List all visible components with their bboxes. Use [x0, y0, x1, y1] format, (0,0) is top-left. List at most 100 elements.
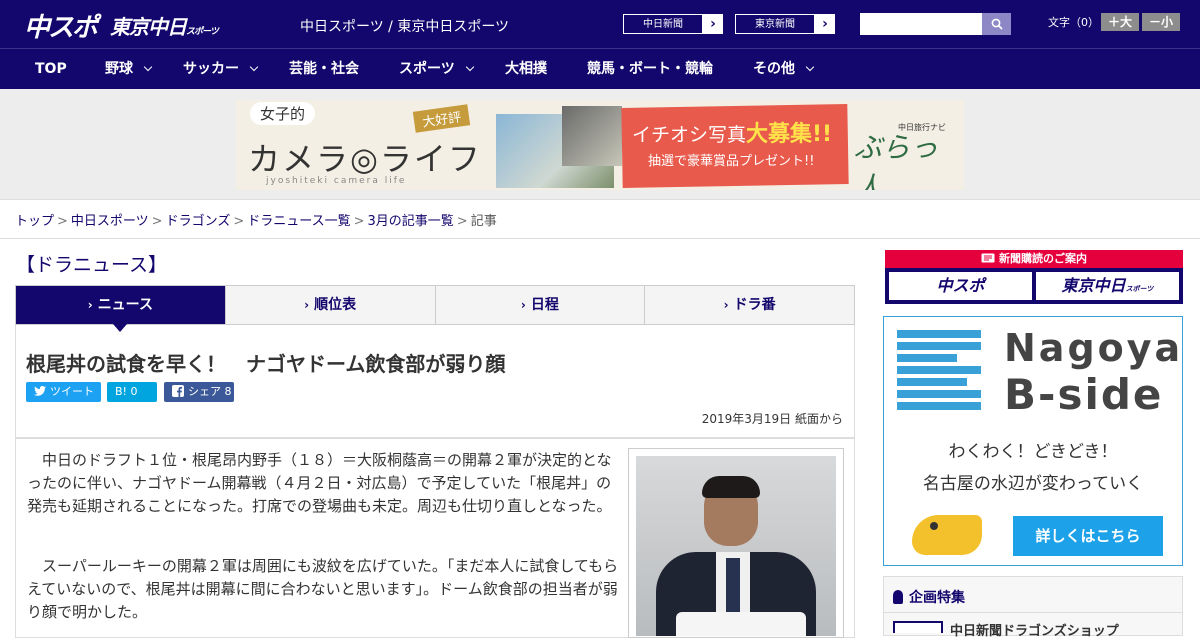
nagoya-title: Nagoya [1004, 326, 1184, 370]
shachihoko-mascot-icon [912, 515, 982, 555]
feature-thumbnail[interactable] [893, 621, 943, 633]
nav-item-baseball[interactable]: 野球 [105, 49, 153, 90]
search-button[interactable] [982, 13, 1011, 35]
nav-label: TOP [35, 61, 67, 77]
pin-icon [893, 590, 903, 604]
article-headline: 根尾丼の試食を早く！ ナゴヤドーム飲食部が弱り顔 [26, 352, 506, 376]
feature-heading: 企画特集 [893, 587, 965, 607]
breadcrumb-separator: > [353, 214, 365, 229]
breadcrumb-separator: > [233, 214, 245, 229]
subscribe-tokyo-chunichi-button[interactable]: 東京中日スポーツ [1036, 272, 1179, 300]
breadcrumb-current: 記事 [470, 214, 497, 229]
banner-headline: イチオシ写真大募集!! [632, 116, 832, 148]
chevron-right-icon: › [723, 298, 729, 312]
font-larger-button[interactable]: ＋大 [1101, 13, 1139, 31]
subscribe-label: 東京中日 [1061, 276, 1126, 295]
photo-tie [726, 558, 740, 618]
feature-heading-text: 企画特集 [909, 590, 965, 606]
breadcrumb: トップ > 中日スポーツ > ドラゴンズ > ドラニュース一覧 >3月の記事一覧 > 記事 [15, 210, 497, 229]
banner-brand-text: ぶらっ人 [854, 131, 939, 190]
tokyo-chunichi-logo[interactable]: 東京中日スポーツ [110, 11, 219, 40]
banner-brand-small: 中日旅行ナビ [898, 123, 946, 132]
logo-sub-text: 東京中日 [110, 15, 187, 39]
tab-schedule[interactable]: › 日程 [436, 286, 646, 324]
tab-standings[interactable]: › 順位表 [226, 286, 436, 324]
chevron-right-icon: › [304, 298, 310, 312]
chunichi-shimbun-link[interactable]: 中日新聞 › [622, 13, 724, 35]
main-nav: TOP 野球 サッカー 芸能・社会 スポーツ 大相撲 競馬・ボート・競輪 その他 [0, 48, 1200, 89]
breadcrumb-separator: > [456, 214, 468, 229]
breadcrumb-link[interactable]: 中日スポーツ [71, 214, 149, 229]
building-icon [897, 330, 981, 412]
chevron-down-icon [143, 62, 153, 72]
camera-life-banner[interactable]: 女子的 カメラ◎ライフ jyoshiteki camera life 大好評 イ… [236, 100, 964, 190]
article-paragraph: スーパールーキーの開幕２軍は周囲にも波紋を広げていた。「まだ本人に試食してもらえ… [27, 557, 619, 621]
divider [884, 612, 1182, 613]
breadcrumb-link[interactable]: 3月の記事一覧 [368, 214, 454, 229]
facebook-label: シェア 8 [188, 385, 232, 398]
ext-link-label: 東京新聞 [735, 14, 815, 34]
top-bar: 中スポ 東京中日スポーツ 中日スポーツ / 東京中日スポーツ 中日新聞 › 東京… [0, 0, 1200, 48]
subscribe-heading: 新聞購読のご案内 [885, 250, 1183, 268]
article-paragraph: 中日のドラフト１位・根尾昂内野手（１８）＝大阪桐蔭高＝の開幕２軍が決定的となった… [27, 451, 612, 515]
tab-label: ニュース [97, 297, 153, 313]
nav-item-top[interactable]: TOP [35, 49, 67, 90]
nav-item-racing[interactable]: 競馬・ボート・競輪 [587, 49, 713, 90]
logo-sub-small: スポーツ [186, 27, 219, 37]
tab-reporter[interactable]: › ドラ番 [645, 286, 854, 324]
banner-tag: 大好評 [412, 104, 471, 133]
subscribe-heading-text: 新聞購読のご案内 [999, 252, 1087, 265]
banner-subtitle: jyoshiteki camera life [266, 176, 407, 186]
nav-item-other[interactable]: その他 [753, 49, 815, 90]
font-size-label: 文字（0） [1048, 16, 1099, 29]
search-icon [991, 18, 1003, 30]
search-input[interactable] [860, 13, 982, 35]
nav-label: その他 [753, 61, 795, 77]
tweet-label: ツイート [50, 385, 94, 398]
nagoya-line: わくわく！どきどき！ [948, 442, 1118, 462]
banner-photo [562, 106, 622, 166]
breadcrumb-link[interactable]: ドラゴンズ [166, 214, 231, 229]
nav-label: 野球 [105, 61, 133, 77]
facebook-icon [172, 385, 184, 397]
breadcrumb-separator: > [151, 214, 163, 229]
hatena-bookmark-button[interactable]: B! 0 [107, 382, 157, 402]
nav-label: 大相撲 [505, 61, 547, 77]
section-title: 【ドラニュース】 [16, 254, 168, 276]
article-photo[interactable] [636, 456, 836, 636]
section-tabs: › ニュース › 順位表 › 日程 › ドラ番 [15, 285, 855, 332]
nav-label: サッカー [183, 61, 239, 77]
tokyo-shimbun-link[interactable]: 東京新聞 › [734, 13, 836, 35]
nav-item-soccer[interactable]: サッカー [183, 49, 259, 90]
nagoya-line: 名古屋の水辺が変わっていく [922, 474, 1144, 494]
banner-girl-label: 女子的 [250, 102, 316, 125]
divider [0, 238, 1200, 239]
font-smaller-button[interactable]: －小 [1142, 13, 1180, 31]
subscribe-chuspo-button[interactable]: 中スポ [889, 272, 1032, 300]
tweet-button[interactable]: ツイート [26, 382, 101, 402]
nav-item-entertainment[interactable]: 芸能・社会 [289, 49, 359, 90]
tab-news[interactable]: › ニュース [16, 286, 226, 332]
chevron-right-icon: › [822, 16, 828, 32]
site-title-link[interactable]: 中日スポーツ / 東京中日スポーツ [300, 16, 509, 36]
chevron-down-icon [805, 62, 815, 72]
chevron-down-icon [249, 62, 259, 72]
breadcrumb-separator: > [57, 214, 68, 229]
breadcrumb-link[interactable]: トップ [15, 214, 54, 229]
nagoya-details-button[interactable]: 詳しくはこちら [1013, 516, 1163, 556]
mascot-eye [930, 522, 938, 530]
photo-paper [676, 612, 806, 636]
banner-camera-life: カメラ◎ライフ [248, 140, 482, 178]
chuspo-logo[interactable]: 中スポ [24, 7, 98, 44]
tab-label: 順位表 [314, 297, 357, 313]
subscribe-label-small: スポーツ [1125, 285, 1154, 293]
breadcrumb-link[interactable]: ドラニュース一覧 [247, 214, 350, 229]
chevron-right-icon: › [87, 298, 93, 312]
nav-item-sumo[interactable]: 大相撲 [505, 49, 547, 90]
facebook-share-button[interactable]: シェア 8 [164, 382, 234, 402]
nav-label: 競馬・ボート・競輪 [587, 61, 713, 77]
nav-label: スポーツ [399, 61, 455, 77]
twitter-icon [34, 386, 46, 396]
nagoya-subtitle: B-side [1004, 370, 1164, 419]
nav-item-sports[interactable]: スポーツ [399, 49, 474, 90]
